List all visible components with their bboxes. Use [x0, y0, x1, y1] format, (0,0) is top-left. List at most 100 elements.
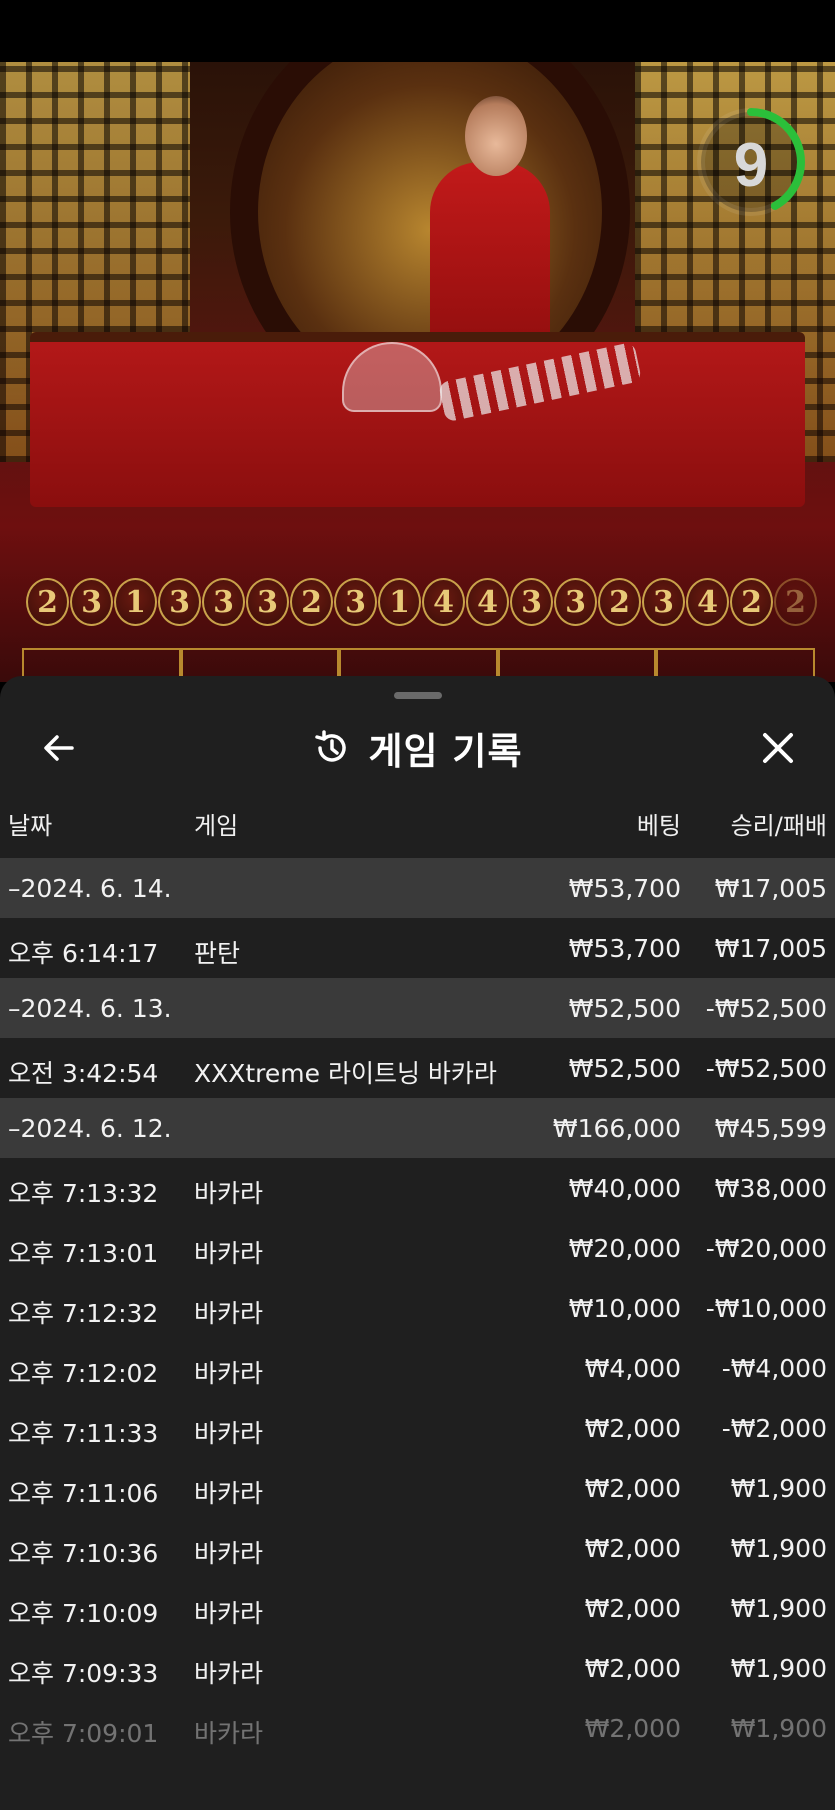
row-win: -₩52,500 [705, 994, 827, 1023]
row-win: ₩45,599 [714, 1114, 827, 1143]
col-date: 날짜 [8, 812, 53, 840]
row-game: 바카라 [194, 1359, 264, 1388]
row-game: 바카라 [194, 1479, 264, 1508]
sheet-title: 게임 기록 [368, 730, 523, 773]
row-game: XXXtreme 라이트닝 바카라 [194, 1059, 497, 1088]
history-row[interactable]: 오후 7:11:33 바카라 ₩2,000 -₩2,000 [0, 1398, 835, 1458]
row-game: 바카라 [194, 1419, 264, 1448]
row-win: -₩10,000 [705, 1294, 827, 1323]
history-row[interactable]: 오후 7:10:09 바카라 ₩2,000 ₩1,900 [0, 1578, 835, 1638]
history-row[interactable]: 오후 7:09:01 바카라 ₩2,000 ₩1,900 [0, 1698, 835, 1758]
row-bet: ₩4,000 [584, 1354, 681, 1383]
history-row[interactable]: 오후 7:10:36 바카라 ₩2,000 ₩1,900 [0, 1518, 835, 1578]
row-bet: ₩52,500 [568, 994, 681, 1023]
row-win: ₩1,900 [730, 1474, 827, 1503]
history-row[interactable]: 오후 7:13:01 바카라 ₩20,000 -₩20,000 [0, 1218, 835, 1278]
result-ball: 3 [202, 578, 245, 626]
row-bet: ₩166,000 [552, 1114, 681, 1143]
row-date: 오후 7:12:02 [8, 1359, 159, 1388]
result-ball: 3 [158, 578, 201, 626]
result-ball: 1 [114, 578, 157, 626]
dealer-head [465, 96, 527, 176]
row-date: –2024. 6. 12. [8, 1114, 172, 1143]
col-bet: 베팅 [636, 812, 681, 840]
date-group-row[interactable]: –2024. 6. 12. ₩166,000 ₩45,599 [0, 1098, 835, 1158]
history-row[interactable]: 오후 7:12:02 바카라 ₩4,000 -₩4,000 [0, 1338, 835, 1398]
game-history-sheet: 게임 기록 날짜 게임 베팅 승리/패배 –2024. 6. 14. ₩53,70… [0, 676, 835, 1810]
row-date: 오후 7:13:32 [8, 1179, 159, 1208]
result-ball: 3 [554, 578, 597, 626]
row-date: 오후 7:09:33 [8, 1659, 159, 1688]
row-game: 바카라 [194, 1599, 264, 1628]
result-ball: 2 [26, 578, 69, 626]
row-bet: ₩2,000 [584, 1534, 681, 1563]
row-date: 오후 7:09:01 [8, 1719, 159, 1748]
result-ball: 3 [510, 578, 553, 626]
result-ball: 2 [774, 578, 817, 626]
result-ball: 3 [70, 578, 113, 626]
result-ball: 3 [642, 578, 685, 626]
row-game: 바카라 [194, 1719, 264, 1748]
row-date: 오후 7:10:36 [8, 1539, 159, 1568]
sheet-header: 게임 기록 [0, 716, 835, 780]
timer-value: 9 [733, 131, 769, 200]
result-ball: 4 [686, 578, 729, 626]
row-game: 바카라 [194, 1299, 264, 1328]
row-bet: ₩53,700 [568, 934, 681, 963]
results-history-strip: 231333231443323422 [26, 578, 817, 628]
history-row[interactable]: 오후 7:12:32 바카라 ₩10,000 -₩10,000 [0, 1278, 835, 1338]
row-date: 오후 7:12:32 [8, 1299, 159, 1328]
row-bet: ₩2,000 [584, 1414, 681, 1443]
arrow-left-icon[interactable] [38, 726, 82, 770]
row-date: 오후 7:13:01 [8, 1239, 159, 1268]
row-win: ₩1,900 [730, 1714, 827, 1743]
row-win: ₩1,900 [730, 1594, 827, 1623]
status-bar [0, 0, 835, 62]
countdown-timer: 9 [696, 92, 806, 232]
row-win: -₩4,000 [721, 1354, 827, 1383]
row-win: ₩17,005 [714, 874, 827, 903]
row-date: 오후 7:11:06 [8, 1479, 159, 1508]
row-win: ₩38,000 [714, 1174, 827, 1203]
row-bet: ₩2,000 [584, 1714, 681, 1743]
row-bet: ₩2,000 [584, 1594, 681, 1623]
table-header: 날짜 게임 베팅 승리/패배 [0, 796, 835, 846]
history-row[interactable]: 오후 7:11:06 바카라 ₩2,000 ₩1,900 [0, 1458, 835, 1518]
row-win: ₩1,900 [730, 1534, 827, 1563]
row-bet: ₩52,500 [568, 1054, 681, 1083]
row-date: 오후 6:14:17 [8, 939, 159, 968]
row-win: ₩17,005 [714, 934, 827, 963]
row-game: 바카라 [194, 1239, 264, 1268]
history-row[interactable]: 오후 7:13:32 바카라 ₩40,000 ₩38,000 [0, 1158, 835, 1218]
history-row[interactable]: 오전 3:42:54 XXXtreme 라이트닝 바카라 ₩52,500 -₩52,5… [0, 1038, 835, 1098]
row-bet: ₩2,000 [584, 1474, 681, 1503]
row-game: 바카라 [194, 1659, 264, 1688]
result-ball: 4 [422, 578, 465, 626]
history-row[interactable]: 오후 7:09:33 바카라 ₩2,000 ₩1,900 [0, 1638, 835, 1698]
row-date: 오후 7:10:09 [8, 1599, 159, 1628]
col-game: 게임 [194, 812, 239, 840]
row-game: 바카라 [194, 1179, 264, 1208]
result-ball: 2 [290, 578, 333, 626]
close-icon[interactable] [756, 726, 800, 770]
result-ball: 2 [730, 578, 773, 626]
history-list: –2024. 6. 14. ₩53,700 ₩17,005 오후 6:14:17 판탄 ₩… [0, 858, 835, 1758]
row-win: -₩2,000 [721, 1414, 827, 1443]
history-row[interactable]: 오후 6:14:17 판탄 ₩53,700 ₩17,005 [0, 918, 835, 978]
row-game: 바카라 [194, 1539, 264, 1568]
row-bet: ₩10,000 [568, 1294, 681, 1323]
date-group-row[interactable]: –2024. 6. 14. ₩53,700 ₩17,005 [0, 858, 835, 918]
result-ball: 3 [334, 578, 377, 626]
row-win: -₩52,500 [705, 1054, 827, 1083]
row-date: –2024. 6. 13. [8, 994, 172, 1023]
date-group-row[interactable]: –2024. 6. 13. ₩52,500 -₩52,500 [0, 978, 835, 1038]
result-ball: 3 [246, 578, 289, 626]
col-win: 승리/패배 [730, 812, 827, 840]
row-bet: ₩40,000 [568, 1174, 681, 1203]
result-ball: 1 [378, 578, 421, 626]
row-win: ₩1,900 [730, 1654, 827, 1683]
row-date: –2024. 6. 14. [8, 874, 172, 903]
drag-handle[interactable] [394, 692, 442, 699]
title-wrap: 게임 기록 [0, 716, 835, 780]
result-ball: 4 [466, 578, 509, 626]
